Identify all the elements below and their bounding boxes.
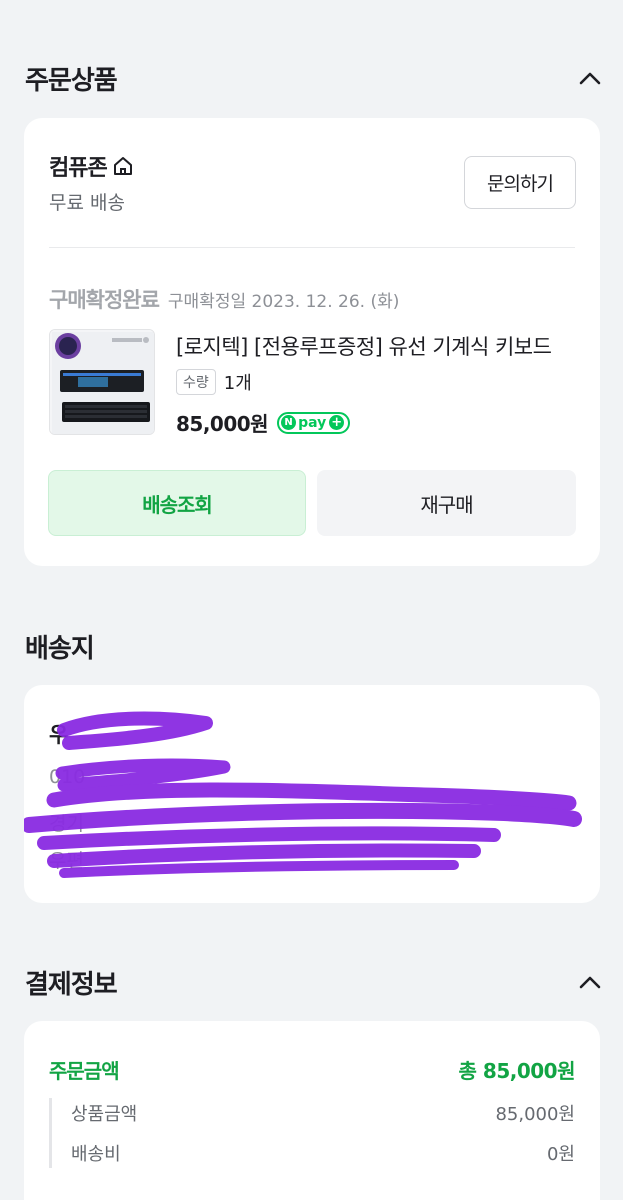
rebuy-button[interactable]: 재구매 — [317, 470, 576, 536]
shipping-fee-value: 0원 — [546, 1144, 575, 1165]
payment-card: 주문금액 총 85,000원 상품금액 85,000원 배송비 0원 — [24, 1021, 600, 1200]
price-row: 85,000원 N pay + — [176, 408, 351, 437]
inquiry-button[interactable]: 문의하기 — [464, 156, 576, 209]
keyboard-image — [50, 330, 154, 434]
purchase-confirm-date: 구매확정일 2023. 12. 26. (화) — [167, 292, 400, 312]
recipient-name: 우 — [49, 723, 69, 747]
recipient-phone: 010 — [49, 766, 86, 788]
product-amount-label: 상품금액 — [71, 1104, 138, 1125]
product-name[interactable]: [로지텍] [전용루프증정] 유선 기계식 키보드 — [176, 331, 576, 361]
shipping-fee-note: 무료 배송 — [49, 192, 125, 214]
divider — [49, 247, 575, 248]
product-amount-value: 85,000원 — [495, 1104, 575, 1125]
shipping-section-title: 배송지 — [25, 634, 95, 664]
product-price: 85,000원 — [176, 412, 269, 436]
plus-icon: + — [329, 415, 345, 430]
payment-section-title: 결제정보 — [25, 970, 118, 1000]
order-amount-label: 주문금액 — [49, 1059, 120, 1083]
quantity-badge: 수량 — [176, 369, 216, 395]
order-card: 컴퓨존 무료 배송 문의하기 구매확정완료 구매확정일 2023. 12. 26… — [24, 118, 600, 566]
purchase-confirm-row: 구매확정완료 구매확정일 2023. 12. 26. (화) — [49, 284, 399, 314]
store-name-label: 컴퓨존 — [49, 156, 108, 181]
order-section-header[interactable]: 주문상품 — [25, 60, 603, 97]
npay-plus-badge: N pay + — [277, 411, 351, 434]
order-amount-total: 총 85,000원 — [458, 1059, 576, 1083]
shipping-fee-label: 배송비 — [71, 1144, 121, 1165]
purchase-status: 구매확정완료 — [49, 288, 160, 312]
npay-label: pay — [298, 414, 327, 431]
store-name[interactable]: 컴퓨존 — [49, 150, 135, 182]
product-thumbnail[interactable] — [49, 329, 155, 435]
payment-section-header[interactable]: 결제정보 — [25, 964, 603, 1001]
recipient-postcode: 우편 — [49, 850, 84, 872]
track-delivery-button[interactable]: 배송조회 — [48, 470, 306, 536]
shipping-section-header: 배송지 — [25, 628, 603, 665]
naver-n-icon: N — [281, 415, 297, 430]
chevron-up-icon[interactable] — [577, 66, 603, 92]
chevron-up-icon[interactable] — [577, 970, 603, 996]
quantity-value: 1개 — [223, 373, 252, 394]
home-icon — [113, 157, 132, 175]
order-section-title: 주문상품 — [25, 66, 118, 96]
recipient-address: 경기 — [49, 813, 84, 835]
breakdown-indent-bar — [49, 1098, 52, 1168]
shipping-address-card: 우 010 경기 우편 — [24, 685, 600, 903]
quantity-row: 수량 1개 — [176, 369, 252, 395]
redaction-scribble — [24, 711, 582, 878]
